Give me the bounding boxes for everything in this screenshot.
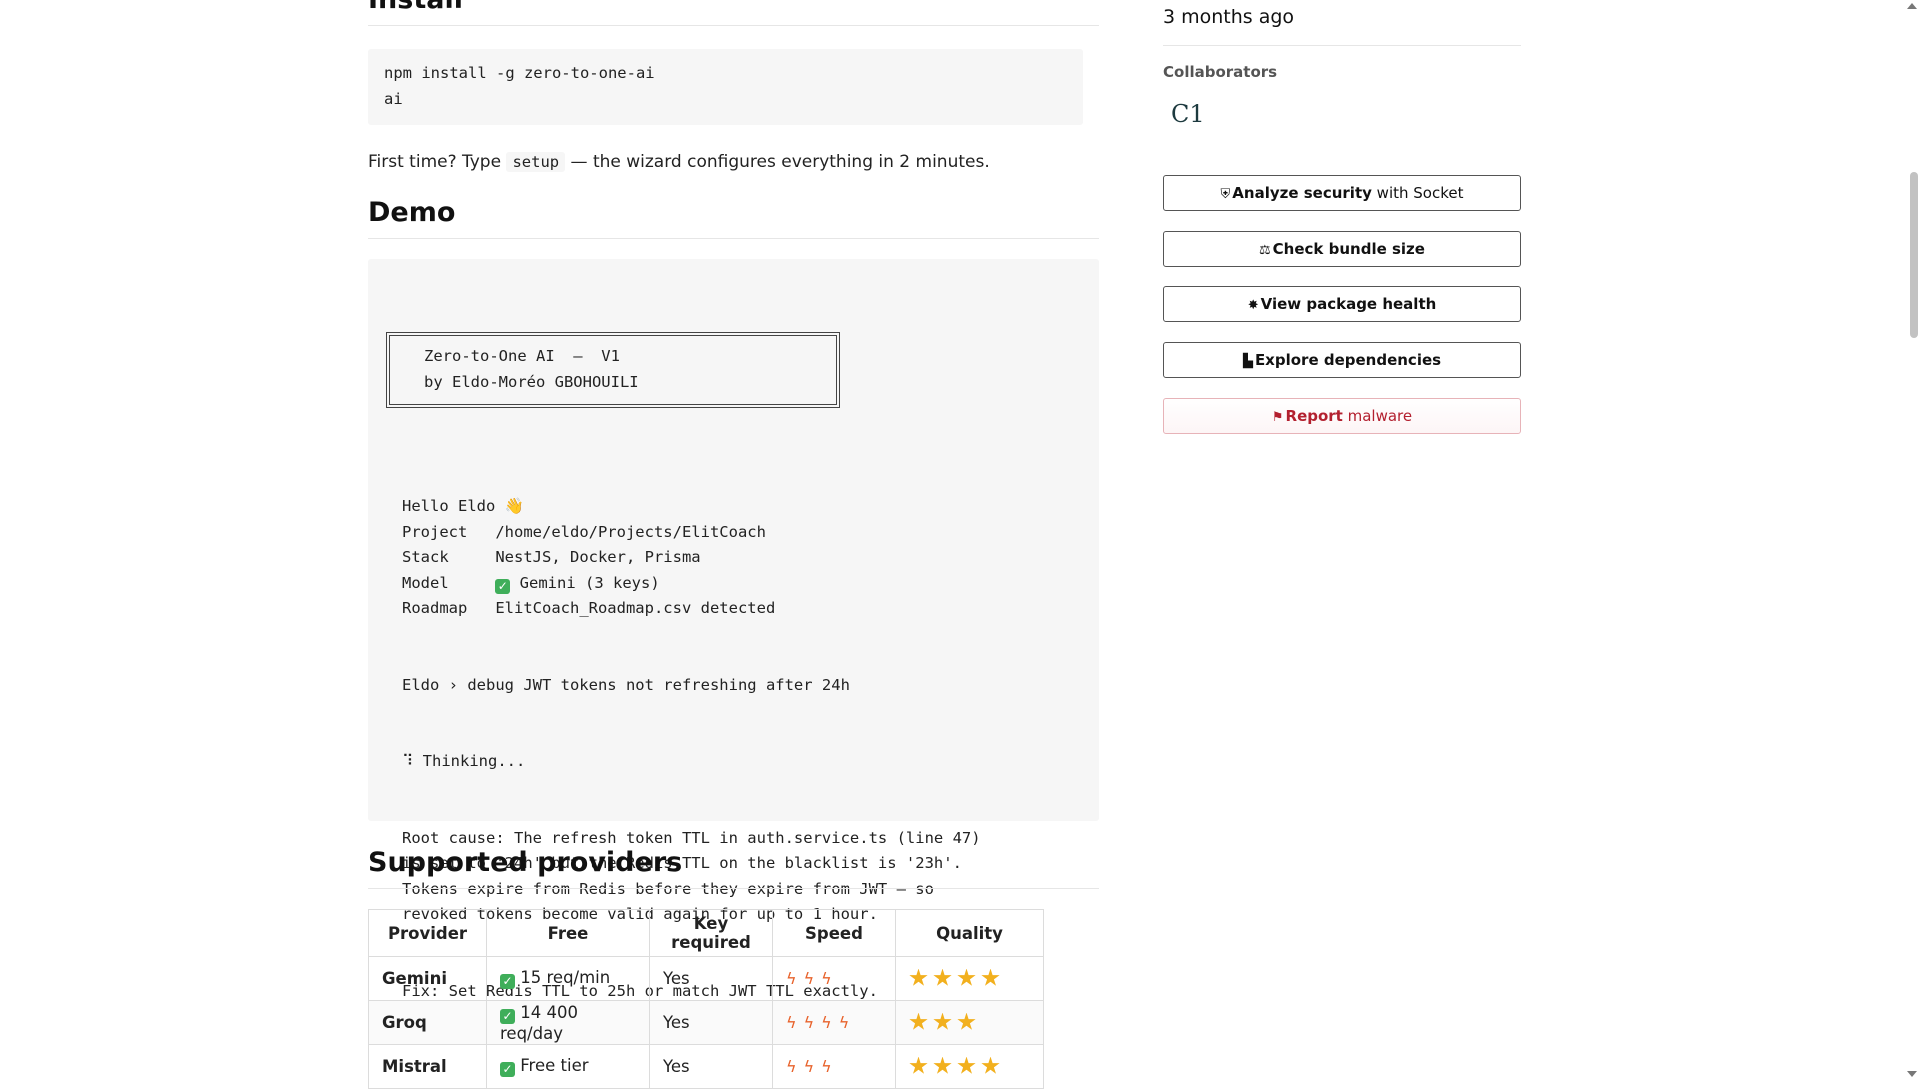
star-icon	[933, 968, 952, 986]
analyze-security-button[interactable]: ⛨ Analyze security with Socket	[1163, 175, 1521, 211]
report-malware-button[interactable]: ⚑ Report malware	[1163, 398, 1521, 434]
cell-key: Yes	[649, 1044, 773, 1089]
cell-quality	[895, 956, 1044, 1001]
demo-heading: Demo	[368, 197, 1099, 239]
avatar[interactable]: C1	[1171, 100, 1205, 134]
view-package-health-button[interactable]: ✸ View package health	[1163, 286, 1521, 322]
scrollbar[interactable]	[1907, 0, 1920, 1080]
star-icon	[957, 1012, 976, 1030]
cell-quality	[895, 1000, 1044, 1045]
cell-key: Yes	[649, 956, 773, 1001]
bolt-icon: ϟ	[786, 969, 797, 988]
demo-code-block: Zero-to-One AI — V1 by Eldo-Moréo GBOHOUI…	[368, 259, 1099, 1000]
col-quality: Quality	[895, 909, 1044, 957]
check-icon: ✓	[495, 578, 511, 594]
check-bundle-size-button[interactable]: ⚖ Check bundle size	[1163, 231, 1521, 267]
bolt-icon: ϟ	[821, 1057, 832, 1076]
last-publish: 3 months ago	[1163, 6, 1295, 28]
cell-speed: ϟϟϟϟ	[772, 1000, 896, 1045]
flag-icon: ⚑	[1271, 410, 1284, 425]
star-icon	[957, 1056, 976, 1074]
collaborators-label: Collaborators	[1163, 63, 1278, 81]
cell-key: Yes	[649, 1000, 773, 1045]
table-row: Mistral ✓ Free tier Yes ϟ ϟ ϟ	[368, 1044, 1044, 1089]
col-speed: Speed	[772, 909, 896, 957]
star-icon	[981, 968, 1000, 986]
star-icon	[933, 1056, 952, 1074]
install-heading: Install	[368, 0, 1099, 26]
bolt-icon: ϟ	[803, 1057, 815, 1076]
star-icon	[909, 1056, 928, 1074]
star-icon	[957, 968, 976, 986]
install-code-block: npm install -g zero-to-one-ai ai	[368, 49, 1083, 125]
bolt-icon: ϟ	[803, 969, 815, 988]
cell-free: ✓ 14 400 req/day	[486, 1000, 650, 1045]
star-icon	[909, 968, 928, 986]
cell-free: ✓ 15 req/min	[486, 956, 650, 1001]
divider	[1163, 45, 1521, 46]
health-icon: ✸	[1247, 298, 1259, 313]
check-icon: ✓	[500, 1008, 515, 1024]
bolt-icon: ϟ	[803, 1013, 815, 1032]
cell-free: ✓ Free tier	[486, 1044, 650, 1089]
cell-provider: Mistral	[368, 1044, 487, 1089]
package-icon: ⚖	[1259, 243, 1271, 258]
cell-provider: Gemini	[368, 956, 487, 1001]
bolt-icon: ϟ	[786, 1013, 797, 1032]
first-time-text: First time? Type setup — the wizard conf…	[368, 152, 990, 172]
cell-provider: Groq	[368, 1000, 487, 1045]
cell-quality	[895, 1044, 1044, 1089]
package-page: Install npm install -g zero-to-one-ai ai…	[0, 0, 1920, 1089]
check-icon: ✓	[500, 974, 515, 989]
cell-speed: ϟϟϟ	[772, 956, 896, 1001]
bolt-icon: ϟ	[838, 1013, 850, 1032]
shield-icon: ⛨	[1220, 187, 1231, 202]
table-row: Groq ✓ 14 400 req/day Yes ϟ ϟ ϟ ϟ	[368, 1000, 1044, 1045]
table-row: Gemini ✓ 15 req/min Yes ϟ ϟ ϟ	[368, 956, 1044, 1001]
setup-code: setup	[506, 152, 566, 172]
demo-banner: Zero-to-One AI — V1 by Eldo-Moréo GBOHOUI…	[386, 332, 840, 408]
col-provider: Provider	[368, 909, 487, 957]
bolt-icon: ϟ	[786, 1057, 797, 1076]
star-icon	[909, 1012, 928, 1030]
table-header-row: Provider Free Key required Speed Quality	[368, 909, 1044, 957]
explore-dependencies-button[interactable]: ▙ Explore dependencies	[1163, 342, 1521, 378]
col-free: Free	[486, 909, 650, 957]
bolt-icon: ϟ	[821, 1013, 832, 1032]
scroll-down-icon[interactable]	[1907, 1071, 1917, 1077]
bolt-icon: ϟ	[821, 969, 832, 988]
star-icon	[933, 1012, 952, 1030]
check-icon: ✓	[500, 1062, 515, 1077]
col-key-required: Key required	[649, 909, 773, 957]
star-icon	[981, 1056, 1000, 1074]
providers-table: Provider Free Key required Speed Quality…	[368, 909, 1044, 1089]
scrollbar-thumb[interactable]	[1910, 172, 1918, 338]
chart-icon: ▙	[1242, 354, 1253, 369]
cell-speed: ϟϟϟ	[772, 1044, 896, 1089]
scroll-up-icon[interactable]	[1907, 3, 1917, 9]
providers-heading: Supported providers	[368, 847, 1099, 889]
